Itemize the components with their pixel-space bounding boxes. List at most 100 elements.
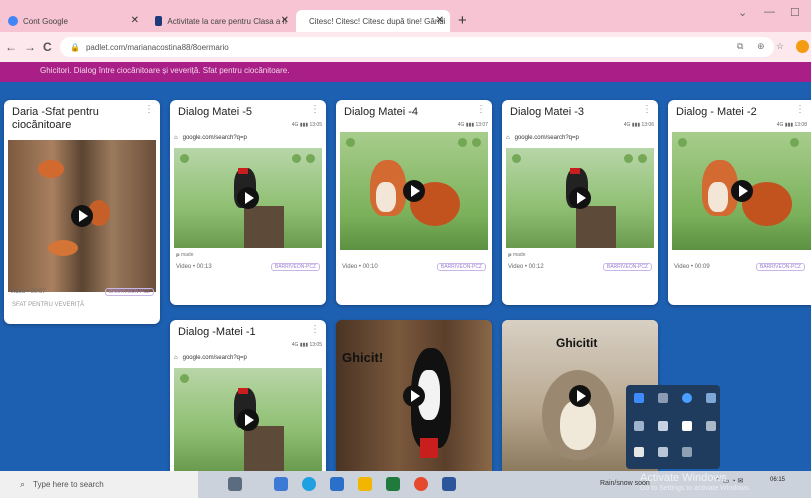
expand-icon[interactable] bbox=[306, 154, 315, 163]
play-icon[interactable] bbox=[71, 205, 93, 227]
post-card-riddle-woodpecker[interactable]: Ghicit! bbox=[336, 320, 492, 471]
squirrel-image bbox=[672, 132, 811, 250]
screenshot-url-text: google.com/search?q=p bbox=[182, 135, 247, 141]
close-icon[interactable]: ✕ bbox=[436, 15, 444, 26]
app-icon[interactable] bbox=[274, 477, 288, 491]
reload-icon[interactable]: C bbox=[43, 40, 52, 54]
padlet-logo: 𝗽 made bbox=[176, 252, 194, 258]
post-card-matei-4[interactable]: Dialog Matei -4 ⋮ 4G ▮▮▮ 13:07 Video • 0… bbox=[336, 100, 492, 305]
tab-activitate[interactable]: Activitate la care pentru Clasa a II ✕ bbox=[147, 10, 295, 32]
app-icon[interactable] bbox=[634, 393, 644, 403]
more-options-icon[interactable]: ⋮ bbox=[476, 104, 486, 115]
close-icon[interactable] bbox=[678, 138, 687, 147]
minimize-icon[interactable]: — bbox=[764, 6, 775, 18]
bluetooth-icon[interactable] bbox=[682, 393, 692, 403]
bird-red-patch bbox=[420, 438, 438, 458]
post-card-matei-5[interactable]: Dialog Matei -5 ⋮ 4G ▮▮▮ 13:05 ⌂ google.… bbox=[170, 100, 326, 305]
activate-windows-title: Activate Windows bbox=[640, 472, 727, 484]
share-icon[interactable] bbox=[292, 154, 301, 163]
home-icon: ⌂ bbox=[506, 135, 510, 141]
play-icon[interactable] bbox=[569, 384, 591, 407]
google-icon bbox=[8, 16, 18, 26]
share-icon[interactable] bbox=[624, 154, 633, 163]
more-options-icon[interactable]: ⋮ bbox=[642, 104, 652, 115]
stump bbox=[244, 206, 284, 248]
post-card-matei-3[interactable]: Dialog Matei -3 ⋮ 4G ▮▮▮ 13:06 ⌂ google.… bbox=[502, 100, 658, 305]
expand-icon[interactable] bbox=[638, 154, 647, 163]
close-icon[interactable] bbox=[180, 154, 189, 163]
squirrel-belly bbox=[376, 182, 396, 212]
tab-google[interactable]: Cont Google ✕ bbox=[0, 10, 145, 32]
share-icon[interactable] bbox=[790, 138, 799, 147]
task-view-icon[interactable] bbox=[228, 477, 242, 491]
url-input[interactable]: 🔒 padlet.com/marianacostina88/8oermario bbox=[60, 37, 774, 57]
app-icon[interactable] bbox=[706, 393, 716, 403]
video-duration: Video • 00:07 bbox=[10, 289, 46, 295]
app-icon[interactable] bbox=[682, 421, 692, 431]
more-options-icon[interactable]: ⋮ bbox=[310, 104, 320, 115]
system-tray-flyout bbox=[626, 385, 720, 469]
post-card-matei-2[interactable]: Dialog - Matei -2 ⋮ 4G ▮▮▮ 13:08 Video •… bbox=[668, 100, 811, 305]
more-options-icon[interactable]: ⋮ bbox=[795, 104, 805, 115]
post-caption: SFAT PENTRU VEVERIȚĂ bbox=[12, 302, 85, 308]
post-card-daria[interactable]: Daria -Sfat pentru ciocănitoare ⋮ Video … bbox=[4, 100, 160, 324]
watermark-badge: BARRIVEON-PCZ bbox=[104, 288, 154, 296]
share-icon[interactable]: ⧉ bbox=[737, 41, 743, 52]
search-placeholder: Type here to search bbox=[33, 480, 104, 489]
play-icon[interactable] bbox=[730, 180, 753, 202]
more-options-icon[interactable]: ⋮ bbox=[310, 324, 320, 335]
edge-icon[interactable] bbox=[302, 477, 316, 491]
chevron-down-icon[interactable]: ⌄ bbox=[738, 6, 747, 19]
app-icon[interactable] bbox=[634, 421, 644, 431]
expand-icon[interactable] bbox=[472, 138, 481, 147]
app-icon[interactable] bbox=[658, 393, 668, 403]
app-icon[interactable] bbox=[658, 447, 668, 457]
maximize-icon[interactable]: ☐ bbox=[790, 6, 800, 19]
close-icon[interactable]: ✕ bbox=[281, 15, 289, 26]
profile-avatar[interactable] bbox=[796, 40, 809, 53]
play-icon[interactable] bbox=[403, 384, 425, 407]
close-icon[interactable]: ✕ bbox=[131, 15, 139, 26]
folder-icon[interactable] bbox=[358, 477, 372, 491]
close-icon[interactable] bbox=[346, 138, 355, 147]
app-icon[interactable] bbox=[634, 447, 644, 457]
post-card-matei-1[interactable]: Dialog -Matei -1 ⋮ 4G ▮▮▮ 13:05 ⌂ google… bbox=[170, 320, 326, 471]
browser-tab-bar: Cont Google ✕ Activitate la care pentru … bbox=[0, 0, 811, 32]
word-icon[interactable] bbox=[442, 477, 456, 491]
close-icon[interactable] bbox=[512, 154, 521, 163]
app-icon[interactable] bbox=[658, 421, 668, 431]
app-icon[interactable] bbox=[706, 421, 716, 431]
play-icon[interactable] bbox=[237, 408, 259, 431]
video-meta: Video • 00:12 BARRIVEON-PCZ bbox=[508, 260, 652, 274]
close-icon[interactable] bbox=[180, 374, 189, 383]
address-bar: ← → C 🔒 padlet.com/marianacostina88/8oer… bbox=[0, 32, 811, 62]
watermark-badge: BARRIVEON-PCZ bbox=[602, 263, 652, 271]
forward-icon[interactable]: → bbox=[24, 40, 36, 54]
clock[interactable]: 06:15 bbox=[770, 476, 785, 484]
chrome-icon[interactable] bbox=[414, 477, 428, 491]
video-duration: Video • 00:12 bbox=[508, 264, 544, 270]
play-icon[interactable] bbox=[569, 187, 591, 209]
extension-icon[interactable]: ⊕ bbox=[757, 41, 765, 52]
new-tab-button[interactable]: + bbox=[458, 12, 467, 29]
play-icon[interactable] bbox=[237, 187, 259, 209]
screenshot-url-text: google.com/search?q=p bbox=[514, 135, 579, 141]
screenshot-url: ⌂ google.com/search?q=p bbox=[174, 352, 322, 364]
star-icon[interactable]: ☆ bbox=[776, 41, 784, 52]
share-icon[interactable] bbox=[458, 138, 467, 147]
app-icon[interactable] bbox=[330, 477, 344, 491]
excel-icon[interactable] bbox=[386, 477, 400, 491]
post-title: Dialog Matei -4 bbox=[344, 106, 418, 118]
play-icon[interactable] bbox=[403, 180, 425, 202]
screenshot-status: 4G ▮▮▮ 13:05 bbox=[291, 122, 322, 128]
woodpecker-image bbox=[506, 148, 654, 248]
screenshot-status: 4G ▮▮▮ 13:07 bbox=[457, 122, 488, 128]
post-title: Dialog Matei -5 bbox=[178, 106, 252, 118]
taskbar-search-input[interactable]: ⌕ Type here to search bbox=[0, 471, 198, 498]
watermark-badge: BARRIVEON-PCZ bbox=[755, 263, 805, 271]
squirrel-shape bbox=[38, 160, 64, 178]
app-icon[interactable] bbox=[682, 447, 692, 457]
more-options-icon[interactable]: ⋮ bbox=[144, 104, 154, 115]
tab-citesc[interactable]: Citesc! Citesc! Citesc după tine! Gândi … bbox=[296, 10, 450, 32]
back-icon[interactable]: ← bbox=[5, 40, 17, 54]
